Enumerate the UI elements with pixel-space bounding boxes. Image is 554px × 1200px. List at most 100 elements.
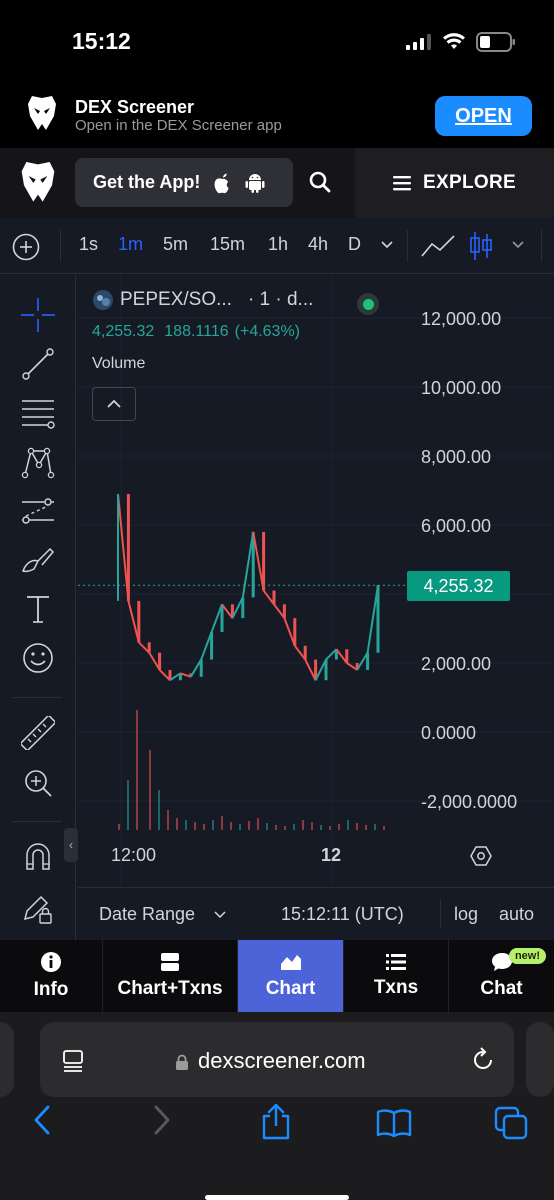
- price-segment: [210, 603, 223, 633]
- price-change-pct: (+4.63%): [234, 323, 301, 340]
- timeframe-4h[interactable]: 4h: [308, 234, 328, 255]
- get-app-label: Get the App!: [93, 172, 201, 192]
- price-segment: [356, 652, 369, 671]
- candlestick-icon[interactable]: [468, 230, 494, 262]
- add-symbol-icon[interactable]: [11, 232, 41, 262]
- current-price-tag: 4,255.32: [407, 571, 510, 601]
- price-segment: [252, 531, 265, 591]
- reader-mode-icon[interactable]: [62, 1048, 86, 1072]
- smiley-icon: [23, 643, 53, 673]
- share-icon[interactable]: [260, 1104, 292, 1140]
- projection-icon: [22, 498, 54, 524]
- volume-bar: [136, 710, 138, 830]
- text-tool[interactable]: [20, 591, 56, 627]
- pattern-tool[interactable]: [20, 444, 56, 480]
- candle: [324, 659, 328, 681]
- price-segment: [262, 589, 275, 605]
- url-text: dexscreener.com: [198, 1048, 366, 1073]
- address-bar[interactable]: dexscreener.com: [40, 1022, 514, 1097]
- search-icon[interactable]: [308, 170, 332, 194]
- settings-hexagon-icon[interactable]: [469, 844, 493, 868]
- zoom-tool[interactable]: [20, 765, 56, 801]
- chevron-down-icon[interactable]: [380, 240, 394, 250]
- fib-retracement-tool[interactable]: [20, 395, 56, 431]
- legend-collapse-button[interactable]: [92, 387, 136, 421]
- reload-icon[interactable]: [470, 1047, 496, 1073]
- explore-label: EXPLORE: [423, 172, 516, 193]
- tab-info[interactable]: Info: [0, 940, 103, 1012]
- timeframe-5m[interactable]: 5m: [163, 234, 188, 255]
- candle: [220, 604, 224, 632]
- lock-icon: [176, 1054, 188, 1070]
- dex-logo-icon[interactable]: [18, 162, 58, 204]
- price-segment: [221, 603, 234, 619]
- price-segment: [241, 531, 255, 598]
- price-segment: [294, 645, 306, 661]
- bookmarks-icon[interactable]: [376, 1108, 412, 1138]
- magnet-tool[interactable]: [20, 838, 56, 874]
- dex-logo-icon: [28, 96, 56, 130]
- crosshair-tool[interactable]: [20, 297, 56, 333]
- tab-label: Chart+Txns: [117, 978, 223, 999]
- time-label: 12: [321, 845, 342, 865]
- lock-drawings-tool[interactable]: [20, 890, 56, 926]
- tab-chart-txns[interactable]: Chart+Txns: [103, 940, 238, 1012]
- symbol-legend[interactable]: PEPEX/SO... · 1 · d...: [92, 289, 313, 311]
- token-avatar-icon: [93, 290, 113, 310]
- wifi-icon: [443, 33, 465, 49]
- indicators-icon[interactable]: [420, 232, 456, 260]
- chart-toolbar: 1s 1m 5m 15m 1h 4h D: [0, 218, 554, 274]
- timeframe-1m[interactable]: 1m: [118, 234, 143, 255]
- tab-chat[interactable]: Chat new!: [449, 940, 554, 1012]
- candle: [366, 652, 370, 670]
- price-segment: [335, 648, 348, 664]
- pencil-lock-icon: [23, 895, 52, 924]
- measure-tool[interactable]: [20, 715, 56, 751]
- get-app-button[interactable]: Get the App!: [75, 158, 293, 207]
- next-tab-preview[interactable]: [526, 1022, 554, 1097]
- price-segment: [189, 659, 203, 678]
- emoji-tool[interactable]: [20, 640, 56, 676]
- timeframe-d[interactable]: D: [348, 234, 361, 255]
- tab-label: Info: [33, 979, 69, 1000]
- tab-txns[interactable]: Txns: [344, 940, 449, 1012]
- chevron-down-icon[interactable]: [511, 240, 525, 250]
- candle: [241, 597, 245, 619]
- toolbar-divider: [407, 230, 408, 262]
- tabs-icon[interactable]: [494, 1106, 528, 1140]
- explore-button[interactable]: EXPLORE: [355, 148, 554, 218]
- pair-interval: · 1 · d...: [247, 289, 314, 310]
- price-segment: [273, 603, 286, 619]
- timeframe-15m[interactable]: 15m: [210, 234, 245, 255]
- price-segment: [148, 652, 161, 671]
- previous-tab-preview[interactable]: [0, 1022, 14, 1097]
- list-icon: [386, 954, 406, 970]
- utc-clock[interactable]: 15:12:11 (UTC): [281, 904, 404, 925]
- brush-icon: [22, 547, 55, 573]
- trend-line-tool[interactable]: [20, 346, 56, 382]
- tab-chart[interactable]: Chart: [238, 940, 344, 1012]
- auto-scale-toggle[interactable]: auto: [499, 904, 534, 925]
- banner-subtitle: Open in the DEX Screener app: [75, 117, 282, 134]
- toolbar-divider: [60, 230, 61, 262]
- price-segment: [231, 597, 244, 619]
- timeframe-1s[interactable]: 1s: [79, 234, 98, 255]
- price-segment: [158, 669, 171, 681]
- open-app-button[interactable]: OPEN: [435, 96, 532, 136]
- log-scale-toggle[interactable]: log: [454, 904, 478, 925]
- tool-divider: [12, 821, 62, 822]
- date-range-button[interactable]: Date Range: [99, 904, 195, 925]
- forecast-tool[interactable]: [20, 493, 56, 529]
- time-axis[interactable]: 12:00 12: [78, 827, 554, 887]
- bar-divider: [440, 900, 441, 928]
- brush-tool[interactable]: [20, 542, 56, 578]
- timeframe-1h[interactable]: 1h: [268, 234, 288, 255]
- chevron-down-icon[interactable]: [214, 911, 226, 919]
- candle: [376, 585, 380, 653]
- collapse-toolbar-button[interactable]: ‹: [64, 828, 78, 862]
- price-segment: [127, 600, 140, 643]
- menu-icon: [393, 176, 412, 191]
- forward-icon[interactable]: [150, 1104, 174, 1136]
- back-icon[interactable]: [30, 1104, 54, 1136]
- price-segment: [169, 672, 181, 682]
